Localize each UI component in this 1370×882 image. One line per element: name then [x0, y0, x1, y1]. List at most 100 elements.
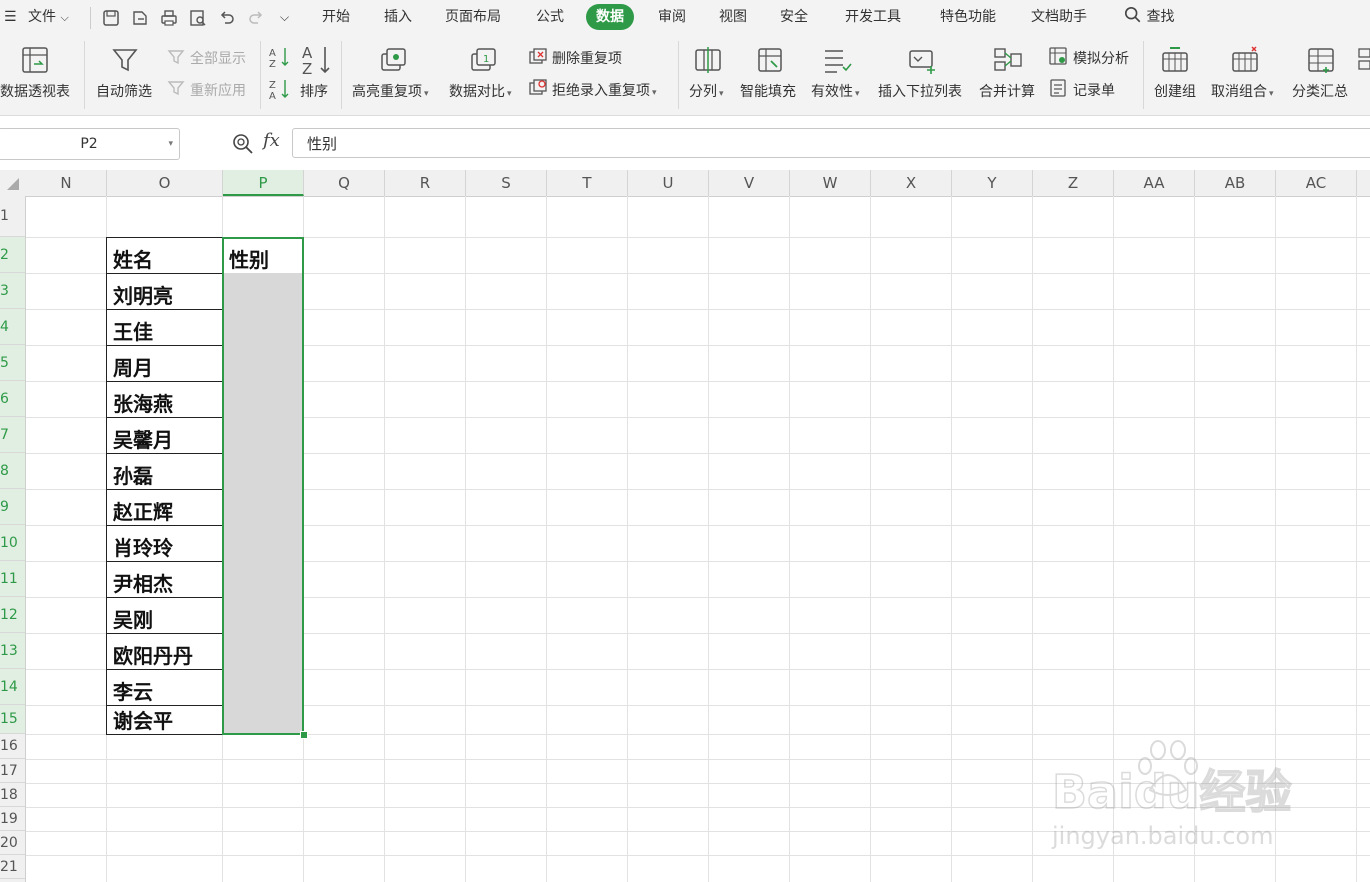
cell-name[interactable]: 孙磊 — [106, 453, 223, 490]
smart-fill-button[interactable]: 智能填充 — [740, 81, 796, 101]
reapply-button[interactable]: 重新应用 — [190, 80, 246, 100]
tab-view[interactable]: 视图 — [719, 0, 747, 35]
tab-page-layout[interactable]: 页面布局 — [445, 0, 501, 35]
cell-o2[interactable]: 姓名 — [106, 237, 223, 274]
name-box[interactable]: P2 ▾ — [0, 128, 180, 160]
column-header-x[interactable]: X — [871, 170, 952, 196]
save-icon[interactable] — [101, 8, 121, 28]
cell-name[interactable]: 吴馨月 — [106, 417, 223, 454]
cell-gender[interactable] — [222, 345, 304, 382]
insert-dropdown-button[interactable]: 插入下拉列表 — [878, 81, 962, 101]
row-header[interactable]: 15 — [0, 705, 25, 734]
tab-data[interactable]: 数据 — [586, 4, 634, 30]
fx-button[interactable]: fx — [263, 130, 280, 151]
column-header-q[interactable]: Q — [304, 170, 385, 196]
row-header[interactable]: 2 — [0, 237, 25, 273]
cell-gender[interactable] — [222, 525, 304, 562]
print-icon[interactable] — [159, 8, 179, 28]
column-header-v[interactable]: V — [709, 170, 790, 196]
search-button[interactable]: 查找 — [1124, 0, 1174, 35]
cell-gender[interactable] — [222, 597, 304, 634]
what-if-analysis-button[interactable]: 模拟分析 — [1073, 48, 1129, 68]
column-header-t[interactable]: T — [547, 170, 628, 196]
column-header-p[interactable]: P — [223, 170, 304, 196]
row-header[interactable]: 10 — [0, 525, 25, 561]
subtotal-button[interactable]: 分类汇总 — [1292, 81, 1348, 101]
quick-access-more-icon[interactable]: ⌵ — [280, 0, 289, 35]
select-all-corner-icon[interactable] — [6, 177, 20, 191]
split-columns-button[interactable]: 分列 ▾ — [689, 81, 724, 101]
tab-review[interactable]: 审阅 — [658, 0, 686, 35]
column-header-n[interactable]: N — [26, 170, 107, 196]
row-header[interactable]: 4 — [0, 309, 25, 345]
pivot-table-button[interactable]: 数据透视表 — [0, 81, 70, 101]
redo-icon[interactable] — [246, 8, 266, 28]
tab-formulas[interactable]: 公式 — [536, 0, 564, 35]
cell-gender[interactable] — [222, 669, 304, 706]
cell-name[interactable]: 周月 — [106, 345, 223, 382]
row-header[interactable]: 11 — [0, 561, 25, 597]
row-header[interactable]: 9 — [0, 489, 25, 525]
cell-name[interactable]: 吴刚 — [106, 597, 223, 634]
sort-button[interactable]: 排序 — [300, 81, 328, 101]
formula-input[interactable]: 性别 — [292, 128, 1370, 158]
cell-gender[interactable] — [222, 417, 304, 454]
cell-gender[interactable] — [222, 561, 304, 598]
name-box-dropdown-icon[interactable]: ▾ — [168, 129, 173, 159]
row-header[interactable]: 19 — [0, 807, 25, 831]
cell-p2[interactable]: 性别 — [222, 237, 304, 274]
row-header[interactable]: 17 — [0, 759, 25, 783]
reject-duplicates-button[interactable]: 拒绝录入重复项 ▾ — [552, 80, 657, 100]
cell-name[interactable]: 谢会平 — [106, 705, 223, 735]
cell-name[interactable]: 张海燕 — [106, 381, 223, 418]
export-icon[interactable] — [130, 8, 150, 28]
validity-button[interactable]: 有效性 ▾ — [811, 81, 860, 101]
delete-duplicates-button[interactable]: 删除重复项 — [552, 48, 622, 68]
row-header[interactable]: 7 — [0, 417, 25, 453]
tab-security[interactable]: 安全 — [780, 0, 808, 35]
tab-developer[interactable]: 开发工具 — [845, 0, 901, 35]
cell-gender[interactable] — [222, 273, 304, 310]
hamburger-icon[interactable]: ☰ — [4, 0, 17, 35]
row-header[interactable]: 5 — [0, 345, 25, 381]
cell-name[interactable]: 尹相杰 — [106, 561, 223, 598]
row-header[interactable]: 16 — [0, 734, 25, 759]
cell-name[interactable]: 王佳 — [106, 309, 223, 346]
zoom-formula-icon[interactable] — [232, 133, 254, 155]
column-header-u[interactable]: U — [628, 170, 709, 196]
autofilter-button[interactable]: 自动筛选 — [96, 81, 152, 101]
cell-name[interactable]: 赵正辉 — [106, 489, 223, 526]
row-header[interactable]: 6 — [0, 381, 25, 417]
cell-gender[interactable] — [222, 489, 304, 526]
cell-gender[interactable] — [222, 453, 304, 490]
print-preview-icon[interactable] — [188, 8, 208, 28]
column-header-r[interactable]: R — [385, 170, 466, 196]
tab-home[interactable]: 开始 — [322, 0, 350, 35]
create-group-button[interactable]: 创建组 — [1154, 81, 1196, 101]
row-header[interactable]: 14 — [0, 669, 25, 705]
cell-name[interactable]: 肖玲玲 — [106, 525, 223, 562]
row-header[interactable]: 8 — [0, 453, 25, 489]
row-header[interactable]: 13 — [0, 633, 25, 669]
column-header-s[interactable]: S — [466, 170, 547, 196]
data-compare-button[interactable]: 数据对比 ▾ — [449, 81, 512, 101]
tab-special-features[interactable]: 特色功能 — [940, 0, 996, 35]
undo-icon[interactable] — [217, 8, 237, 28]
tab-doc-assistant[interactable]: 文档助手 — [1031, 0, 1087, 35]
column-header-ab[interactable]: AB — [1195, 170, 1276, 196]
row-header[interactable]: 12 — [0, 597, 25, 633]
column-header-y[interactable]: Y — [952, 170, 1033, 196]
ungroup-button[interactable]: 取消组合 ▾ — [1211, 81, 1274, 101]
consolidate-button[interactable]: 合并计算 — [979, 81, 1035, 101]
row-header[interactable]: 21 — [0, 855, 25, 879]
row-header[interactable]: 20 — [0, 831, 25, 855]
row-header[interactable]: 18 — [0, 783, 25, 807]
cell-gender[interactable] — [222, 381, 304, 418]
column-header-ac[interactable]: AC — [1276, 170, 1357, 196]
tab-insert[interactable]: 插入 — [384, 0, 412, 35]
column-header-z[interactable]: Z — [1033, 170, 1114, 196]
cell-name[interactable]: 李云 — [106, 669, 223, 706]
row-header[interactable]: 1 — [0, 196, 25, 237]
file-menu[interactable]: 文件 ⌵ — [28, 0, 69, 35]
fill-handle[interactable] — [300, 731, 308, 739]
